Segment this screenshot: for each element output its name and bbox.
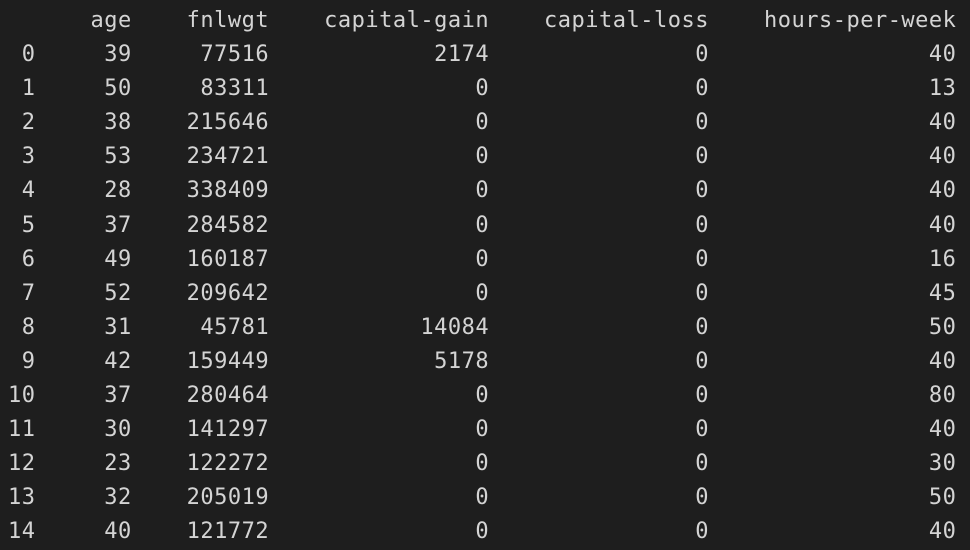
dataframe-output: age fnlwgt capital-gain capital-loss hou… [8,4,962,550]
